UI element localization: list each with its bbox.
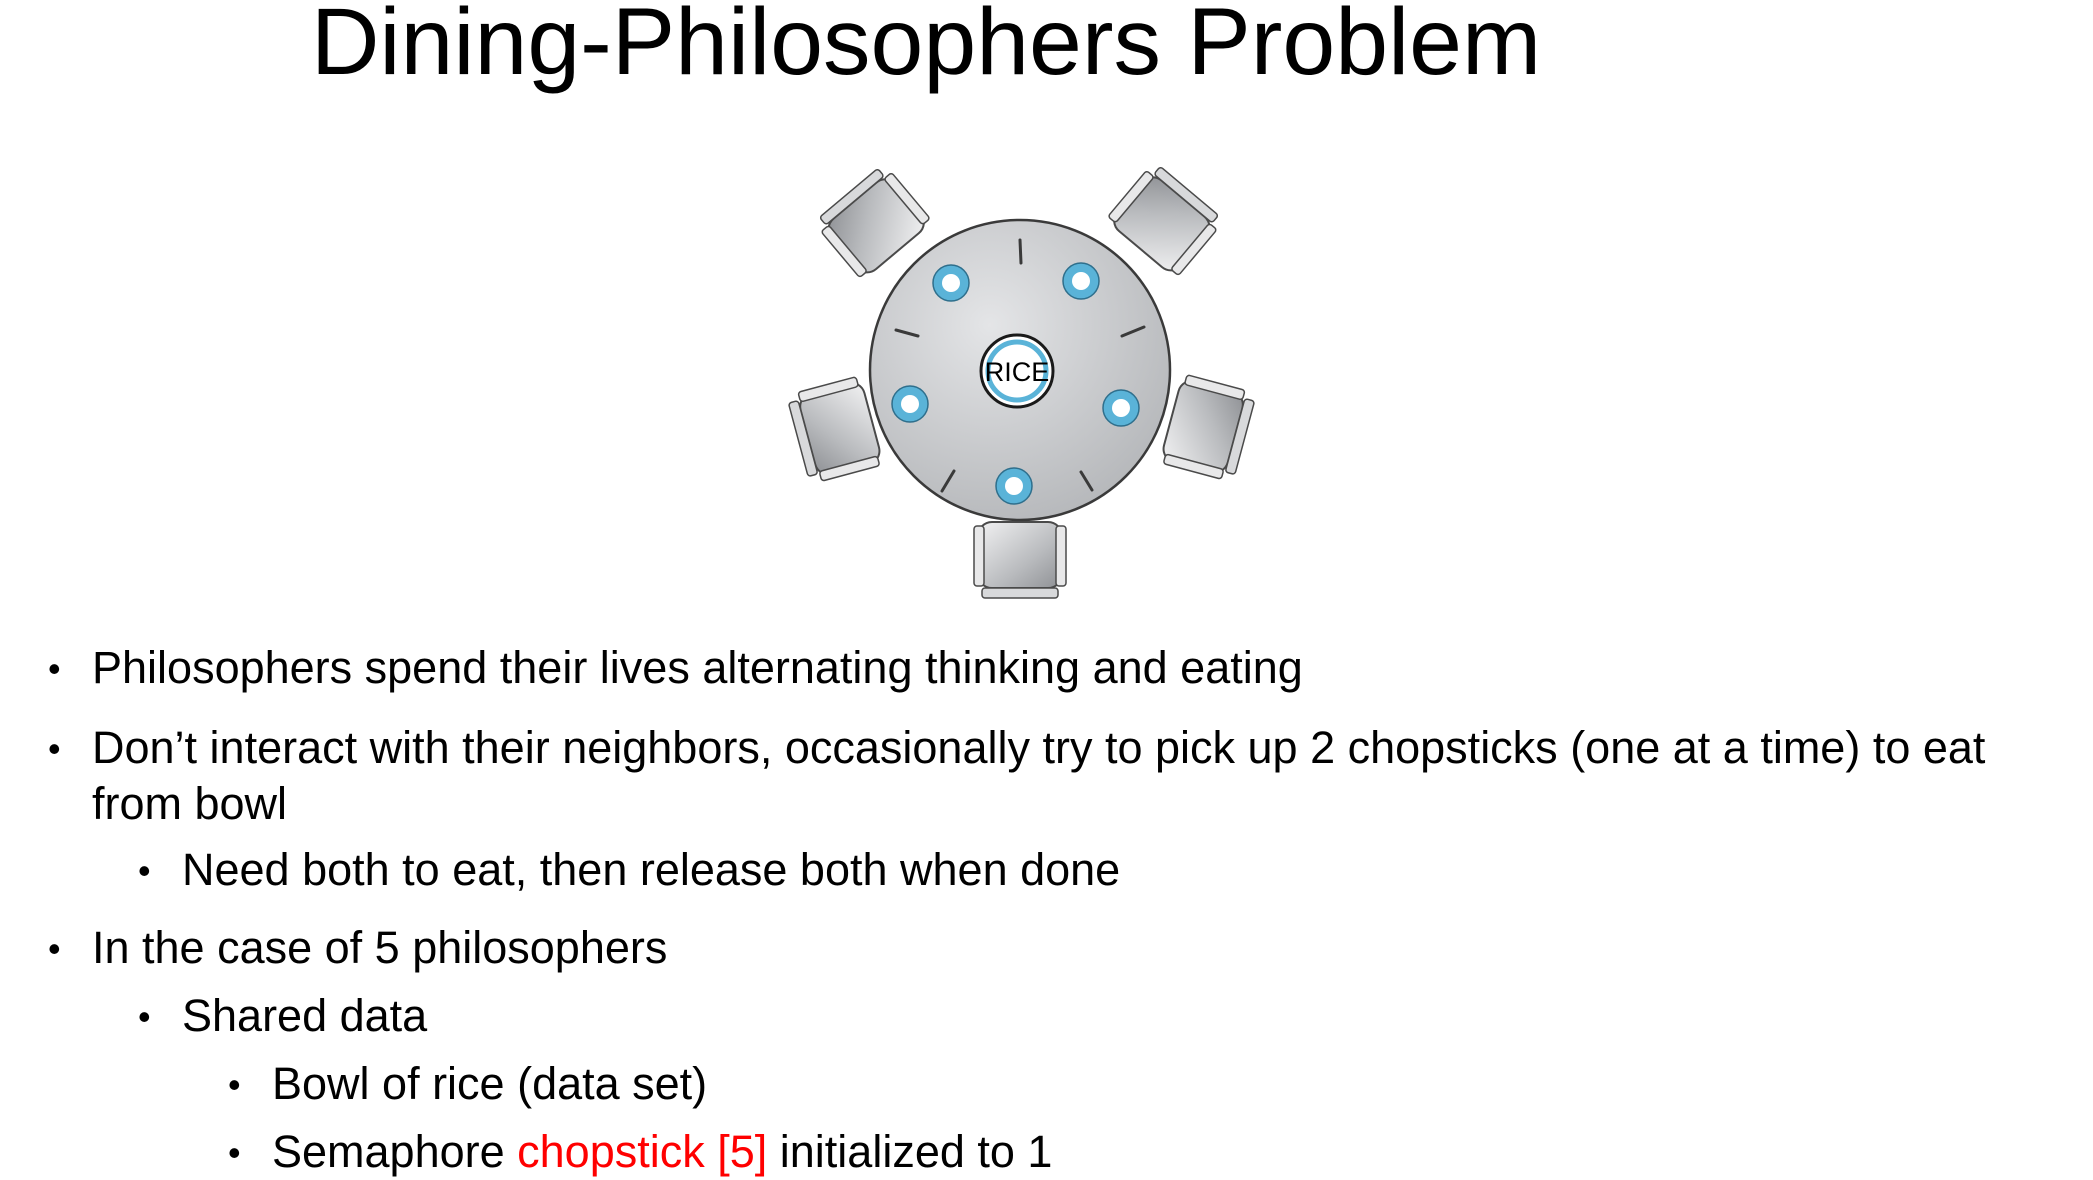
chopstick-semaphore-highlight: chopstick [5] [517,1126,768,1177]
bowl [932,264,970,302]
bullet-dot: • [48,648,61,689]
bullet-dot: • [138,850,151,891]
bullet-prefix: Semaphore [272,1126,518,1177]
slide-title: Dining-Philosophers Problem [310,0,1542,95]
bowl [1062,262,1100,300]
bullet-dot: • [228,1132,241,1173]
chopstick [1018,238,1023,265]
bullet-text: Need both to eat, then release both when… [182,844,1121,895]
bullet-suffix: initialized to 1 [767,1126,1053,1177]
bullet-text: Bowl of rice (data set) [272,1058,708,1109]
rice-label: RICE [985,357,1050,387]
bullet-text: Don’t interact with their neighbors, occ… [92,722,1986,773]
rice-bowl: RICE [979,333,1055,409]
chair-bottom [973,521,1067,599]
bowl [1102,389,1140,427]
chair-right [1158,372,1258,484]
dining-table-diagram: RICE [785,160,1258,599]
bullet-dot: • [138,996,151,1037]
bullet-text: Semaphore chopstick [5] initialized to 1 [272,1124,1052,1180]
bullet-dot: • [48,728,61,769]
bullet-text: Shared data [182,990,428,1041]
bowl [995,467,1033,505]
bullet-dot: • [228,1064,241,1105]
bullet-text: Philosophers spend their lives alternati… [92,642,1303,693]
bullet-dot: • [48,928,61,969]
bullet-text-continuation: from bowl [92,778,288,829]
bowl [891,385,929,423]
chair-left [785,374,885,486]
bullet-text: In the case of 5 philosophers [92,922,668,973]
